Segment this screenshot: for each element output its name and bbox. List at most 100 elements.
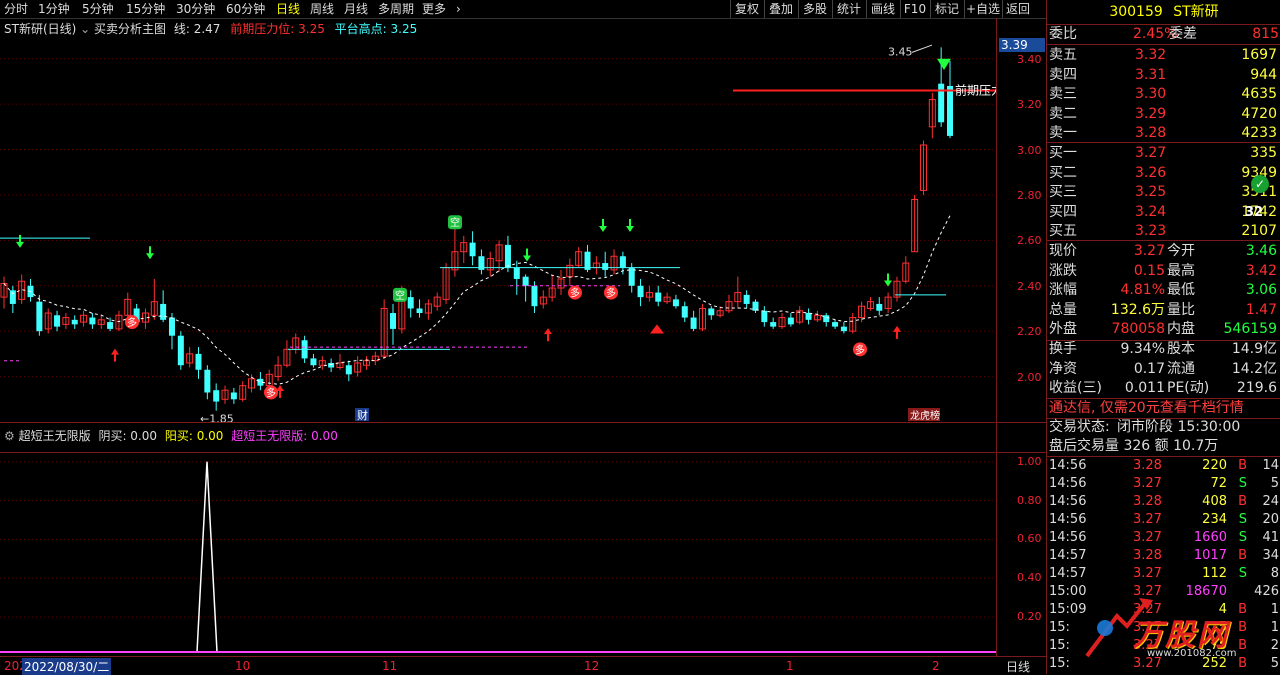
period-tab-0[interactable]: 分时 <box>4 1 28 17</box>
bid-price: 3.26 <box>1135 164 1167 181</box>
stock-title[interactable]: ST新研(日线) <box>4 22 76 36</box>
candle-body-down <box>876 303 883 311</box>
period-tab-7[interactable]: 周线 <box>310 1 334 17</box>
ask-row-2[interactable]: 卖三 3.30 4635 <box>1049 84 1279 104</box>
kline-chart[interactable]: 前期压力3.45←1.85多多多多多空空财龙虎榜 <box>0 36 996 422</box>
bid-row-2[interactable]: 买三3.253511 <box>1049 182 1279 202</box>
stat2-row-0[interactable]: 换手 9.34% 股本 14.9亿 <box>1049 339 1279 359</box>
stat-row-4[interactable]: 外盘 780058 内盘 546159 <box>1049 319 1279 339</box>
stat2-label: 收益(三) <box>1049 380 1102 396</box>
period-tab-6[interactable]: 日线 <box>276 1 300 17</box>
price-tick-0: 3.40 <box>1017 52 1042 66</box>
toolbar-button-0[interactable]: 复权 <box>730 0 763 18</box>
candle-body-down <box>345 365 352 375</box>
ask-row-4[interactable]: 卖一 3.28 4233 <box>1049 123 1279 143</box>
sub-tick-1: 0.80 <box>1017 493 1042 507</box>
stat2-row-1[interactable]: 净资 0.17 流通 14.2亿 <box>1049 359 1279 379</box>
x-label-12: 12 <box>584 659 600 673</box>
candle-body-down <box>823 315 830 323</box>
promo-text[interactable]: 通达信, 仅需20元查看千档行情 <box>1049 398 1244 418</box>
quote-panel: 300159 ST新研 委比 2.45% 委差 815 卖五 3.32 1697 卖四… <box>1046 0 1280 674</box>
ask-label: 卖五 <box>1049 47 1077 63</box>
stat-row-2[interactable]: 涨幅 4.81% 最低 3.06 <box>1049 280 1279 300</box>
more-arrow-icon[interactable]: › <box>456 1 461 17</box>
tick-time: 14:56 <box>1049 476 1087 491</box>
period-tab[interactable]: 日线 <box>1006 658 1030 675</box>
sell-triangle <box>650 324 664 334</box>
tick-volume: 234 <box>1202 512 1227 527</box>
duo-signal-text: 多 <box>127 316 137 329</box>
toolbar-button-8[interactable]: 返回 <box>1002 0 1033 18</box>
sub-indicator-chart[interactable] <box>0 442 996 656</box>
bid-row-4[interactable]: 买五 3.23 2107 <box>1049 221 1279 241</box>
candle-body-down <box>36 301 43 332</box>
ask-row-3[interactable]: 卖二 3.29 4720 <box>1049 104 1279 124</box>
candle-body-down <box>602 263 609 270</box>
bid-label: 买五 <box>1049 223 1077 239</box>
ask-volume: 4720 <box>1241 105 1277 122</box>
gear-icon[interactable]: ⚙ <box>4 429 15 443</box>
bid-label: 买二 <box>1049 164 1077 181</box>
period-tab-2[interactable]: 5分钟 <box>82 1 114 17</box>
period-tab-9[interactable]: 多周期 <box>378 1 414 17</box>
period-tab-1[interactable]: 1分钟 <box>38 1 70 17</box>
tick-row-5: 14:57 3.28 1017 B 34 <box>1049 547 1279 565</box>
period-tab-4[interactable]: 30分钟 <box>176 1 215 17</box>
stat2-value-2: 14.2亿 <box>1231 360 1277 377</box>
toolbar-button-7[interactable]: +自选 <box>964 0 1001 18</box>
toolbar-button-2[interactable]: 多股 <box>798 0 831 18</box>
stock-code: 300159 <box>1109 4 1163 20</box>
tick-row-0: 14:56 3.28 220 B 14 <box>1049 457 1279 475</box>
price-tick-7: 2.00 <box>1017 370 1042 384</box>
bid-row-1[interactable]: 买二 3.26 9349 <box>1049 163 1279 183</box>
toolbar-button-6[interactable]: 标记 <box>930 0 963 18</box>
stat-row-3[interactable]: 总量 132.6万 量比 1.47 <box>1049 300 1279 320</box>
promo-banner[interactable]: 通达信, 仅需20元查看千档行情 <box>1049 398 1279 418</box>
yin-label: 阴买: 0.00 <box>98 429 158 443</box>
ask-label: 卖三 <box>1049 86 1077 102</box>
toolbar-button-1[interactable]: 叠加 <box>764 0 797 18</box>
ask-price: 3.30 <box>1135 86 1167 102</box>
candle-body-down <box>407 297 414 309</box>
candle-body-down <box>168 317 175 336</box>
weibi-row: 委比 2.45% 委差 815 <box>1049 24 1279 44</box>
toolbar-button-3[interactable]: 统计 <box>832 0 865 18</box>
tick-row-4: 14:56 3.27 1660 S 41 <box>1049 529 1279 547</box>
bid-volume: 2107 <box>1241 223 1277 239</box>
indicator-name[interactable]: 买卖分析主图 <box>94 22 166 36</box>
duo-signal-text: 多 <box>570 287 580 300</box>
period-tab-8[interactable]: 月线 <box>344 1 368 17</box>
sub-indicator-name[interactable]: 超短王无限版 <box>19 429 91 443</box>
tick-time: 15: <box>1049 620 1070 635</box>
toolbar-button-5[interactable]: F10 <box>900 0 929 18</box>
candle-body-down <box>328 362 335 368</box>
event-longhu: 龙虎榜 <box>910 409 940 422</box>
stat-row-1[interactable]: 涨跌 0.15 最高 3.42 <box>1049 261 1279 281</box>
stat-row-0[interactable]: 现价 3.27 今开 3.46 <box>1049 241 1279 261</box>
candle-body-down <box>504 244 511 268</box>
indicator-dropdown-icon[interactable]: ⌄ <box>80 22 94 36</box>
candle-body-down <box>761 310 768 323</box>
bid-row-0[interactable]: 买一 3.27 335 <box>1049 143 1279 163</box>
tick-direction: B <box>1238 494 1247 509</box>
stat-label: 现价 <box>1049 243 1077 259</box>
candle-body-down <box>230 392 237 400</box>
ask-row-1[interactable]: 卖四 3.31 944 <box>1049 65 1279 85</box>
toolbar-button-4[interactable]: 画线 <box>866 0 899 18</box>
tick-count: 34 <box>1262 548 1279 563</box>
pressure-tag: 前期压力 <box>955 82 996 97</box>
period-tab-3[interactable]: 15分钟 <box>126 1 165 17</box>
stat-label-2: 量比 <box>1167 301 1195 318</box>
ask-row-0[interactable]: 卖五 3.32 1697 <box>1049 45 1279 65</box>
weibi-label: 委比 <box>1049 26 1077 42</box>
duo-signal-text: 多 <box>606 287 616 300</box>
duo-signal-text: 多 <box>266 386 276 399</box>
after-hours-row: 盘后交易量 326 额 10.7万 <box>1049 436 1279 456</box>
stat-label-2: 今开 <box>1167 243 1195 259</box>
period-tab-5[interactable]: 60分钟 <box>226 1 265 17</box>
period-tab-10[interactable]: 更多 <box>422 1 446 17</box>
stat2-row-2[interactable]: 收益(三) 0.011 PE(动) 219.6 <box>1049 378 1279 398</box>
stat-value-2: 546159 <box>1223 321 1277 337</box>
tick-time: 14:56 <box>1049 512 1087 527</box>
tick-row-6: 14:57 3.27 112 S 8 <box>1049 565 1279 583</box>
